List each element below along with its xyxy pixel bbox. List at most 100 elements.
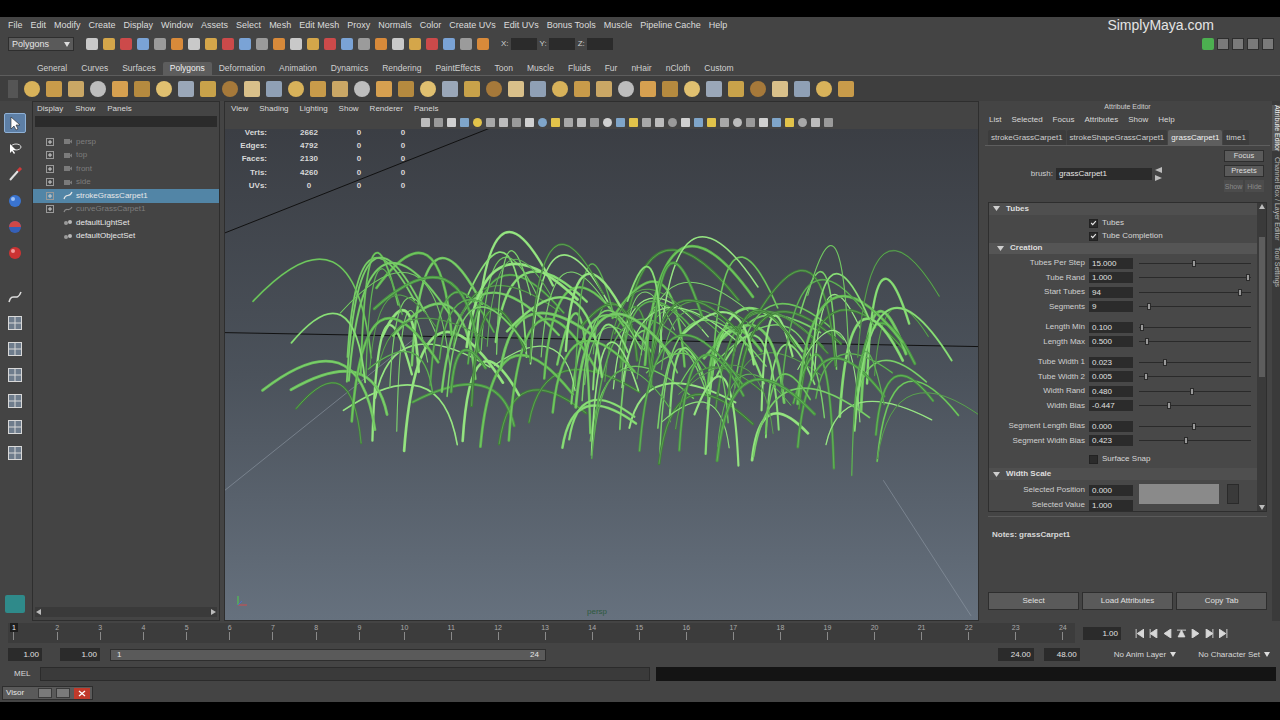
tool-button[interactable] bbox=[4, 391, 26, 411]
shelf-tool-icon[interactable] bbox=[178, 81, 194, 97]
node-tab[interactable]: strokeShapeGrassCarpet1 bbox=[1067, 130, 1168, 145]
input-connection-icon[interactable] bbox=[1155, 167, 1162, 173]
viewport-tool-icon[interactable] bbox=[564, 118, 573, 127]
viewport-tool-icon[interactable] bbox=[772, 118, 781, 127]
tool-button[interactable] bbox=[4, 313, 26, 333]
shelf-tool-icon[interactable] bbox=[728, 81, 744, 97]
shelf-tool-icon[interactable] bbox=[464, 81, 480, 97]
tool-button[interactable] bbox=[4, 191, 26, 211]
shelf-tool-icon[interactable] bbox=[46, 81, 62, 97]
menu-item[interactable]: Proxy bbox=[343, 21, 374, 30]
viewport-tool-icon[interactable] bbox=[486, 118, 495, 127]
footer-button[interactable]: Load Attributes bbox=[1082, 592, 1173, 610]
viewport-tool-icon[interactable] bbox=[720, 118, 729, 127]
shelf-tab[interactable]: nCloth bbox=[659, 62, 698, 75]
attribute-value-field[interactable]: -0.447 bbox=[1089, 400, 1133, 411]
shelf-tab[interactable]: Rendering bbox=[375, 62, 428, 75]
viewport-tool-icon[interactable] bbox=[434, 118, 443, 127]
playback-button-icon[interactable] bbox=[1205, 629, 1214, 638]
viewport-tool-icon[interactable] bbox=[629, 118, 638, 127]
status-icon[interactable] bbox=[154, 38, 166, 50]
coordinate-input[interactable] bbox=[587, 38, 613, 50]
shelf-tool-icon[interactable] bbox=[310, 81, 326, 97]
shelf-tool-icon[interactable] bbox=[508, 81, 524, 97]
slider-handle[interactable] bbox=[1167, 402, 1171, 409]
panel-menu-item[interactable]: Panels bbox=[414, 105, 438, 113]
viewport-tool-icon[interactable] bbox=[668, 118, 677, 127]
attribute-value-field[interactable]: 0.023 bbox=[1089, 357, 1133, 368]
tool-button[interactable] bbox=[4, 113, 26, 133]
scroll-right-icon[interactable] bbox=[210, 609, 216, 615]
attribute-slider[interactable] bbox=[1139, 322, 1251, 333]
attribute-value-field[interactable]: 0.480 bbox=[1089, 386, 1133, 397]
viewport-tool-icon[interactable] bbox=[538, 118, 547, 127]
panel-toggle-icon[interactable] bbox=[1262, 38, 1274, 50]
timeline-track[interactable]: 123456789101112131415161718192021222324 bbox=[8, 623, 1075, 643]
shelf-tool-icon[interactable] bbox=[552, 81, 568, 97]
status-icon[interactable] bbox=[188, 38, 200, 50]
slider-handle[interactable] bbox=[1144, 373, 1148, 380]
mode-dropdown[interactable]: Polygons bbox=[8, 37, 74, 51]
shelf-tab[interactable]: Fluids bbox=[561, 62, 598, 75]
shelf-tab[interactable]: PaintEffects bbox=[428, 62, 487, 75]
viewport-tool-icon[interactable] bbox=[811, 118, 820, 127]
panel-menu-item[interactable]: Show bbox=[75, 105, 95, 113]
tool-button[interactable] bbox=[4, 243, 26, 263]
ramp-button[interactable] bbox=[1227, 484, 1239, 504]
node-tab[interactable]: strokeGrassCarpet1 bbox=[988, 130, 1066, 145]
status-icon[interactable] bbox=[222, 38, 234, 50]
shelf-tab[interactable]: nHair bbox=[624, 62, 658, 75]
status-icon[interactable] bbox=[103, 38, 115, 50]
shelf-tool-icon[interactable] bbox=[376, 81, 392, 97]
shelf-tool-icon[interactable] bbox=[420, 81, 436, 97]
playback-button-icon[interactable] bbox=[1163, 629, 1172, 638]
shelf-tab[interactable]: Custom bbox=[697, 62, 740, 75]
ramp-graph[interactable] bbox=[1139, 484, 1219, 504]
status-icon[interactable] bbox=[375, 38, 387, 50]
ramp-value-field[interactable]: 0.000 bbox=[1089, 485, 1133, 496]
attribute-slider[interactable] bbox=[1139, 258, 1251, 269]
node-tab[interactable]: grassCarpet1 bbox=[1168, 130, 1222, 145]
attribute-slider[interactable] bbox=[1139, 421, 1251, 432]
slider-handle[interactable] bbox=[1163, 359, 1167, 366]
shelf-tool-icon[interactable] bbox=[838, 81, 854, 97]
menu-item[interactable]: Edit UVs bbox=[500, 21, 543, 30]
menu-item[interactable]: Create UVs bbox=[445, 21, 500, 30]
checkbox[interactable] bbox=[1089, 219, 1098, 228]
section-header[interactable]: Creation bbox=[989, 243, 1257, 255]
panel-menu-item[interactable]: View bbox=[231, 105, 248, 113]
playback-button-icon[interactable] bbox=[1219, 629, 1228, 638]
panel-menu-item[interactable]: Focus bbox=[1053, 116, 1075, 124]
checkbox[interactable] bbox=[1089, 455, 1098, 464]
panel-menu-item[interactable]: Panels bbox=[107, 105, 131, 113]
viewport-tool-icon[interactable] bbox=[707, 118, 716, 127]
outliner-item[interactable]: strokeGrassCarpet1 bbox=[33, 189, 219, 203]
playback-button-icon[interactable] bbox=[1177, 629, 1186, 638]
shelf-tool-icon[interactable] bbox=[134, 81, 150, 97]
attribute-value-field[interactable]: 15.000 bbox=[1089, 258, 1133, 269]
menu-item[interactable]: Muscle bbox=[600, 21, 637, 30]
panel-menu-item[interactable]: Lighting bbox=[300, 105, 328, 113]
attribute-value-field[interactable]: 0.423 bbox=[1089, 435, 1133, 446]
panel-menu-item[interactable]: Show bbox=[339, 105, 359, 113]
shelf-tab[interactable]: Polygons bbox=[163, 62, 212, 75]
menu-item[interactable]: Mesh bbox=[265, 21, 295, 30]
checkbox-row[interactable]: Surface Snap bbox=[989, 452, 1257, 466]
shelf-tool-icon[interactable] bbox=[442, 81, 458, 97]
command-language[interactable]: MEL bbox=[14, 670, 40, 678]
checkbox-row[interactable]: Tube Completion bbox=[989, 230, 1257, 243]
status-icon[interactable] bbox=[341, 38, 353, 50]
scroll-left-icon[interactable] bbox=[36, 609, 42, 615]
status-icon[interactable] bbox=[273, 38, 285, 50]
section-header[interactable]: Tubes bbox=[989, 203, 1257, 215]
shelf-tab[interactable]: Muscle bbox=[520, 62, 561, 75]
playback-button-icon[interactable] bbox=[1191, 629, 1200, 638]
tool-button[interactable] bbox=[4, 165, 26, 185]
node-name-field[interactable]: grassCarpet1 bbox=[1056, 168, 1152, 180]
tool-button[interactable] bbox=[4, 287, 26, 307]
panel-menu-item[interactable]: Shading bbox=[259, 105, 288, 113]
shelf-tool-icon[interactable] bbox=[266, 81, 282, 97]
viewport-tool-icon[interactable] bbox=[447, 118, 456, 127]
outliner-toggle-icon[interactable] bbox=[5, 595, 25, 613]
panel-menu-item[interactable]: List bbox=[989, 116, 1001, 124]
